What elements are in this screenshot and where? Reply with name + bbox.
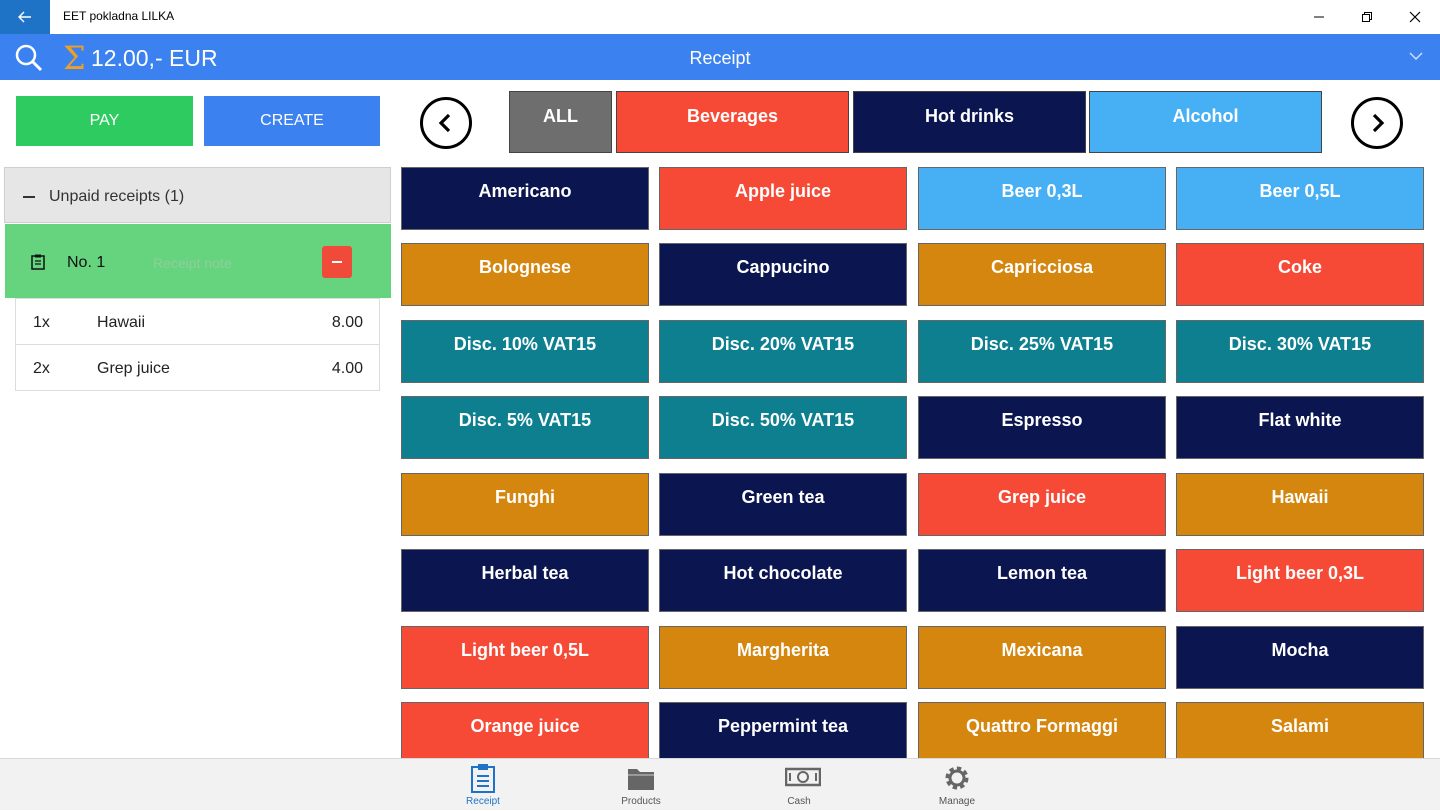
product-tile[interactable]: Disc. 20% VAT15 — [659, 320, 907, 383]
clipboard-icon — [471, 764, 495, 793]
receipt-note[interactable]: Receipt note — [153, 255, 232, 271]
chevron-down-icon — [1409, 52, 1423, 61]
product-tile[interactable]: Quattro Formaggi — [918, 702, 1166, 765]
tab-label: Cash — [787, 796, 811, 807]
receipt-number: No. 1 — [67, 254, 106, 271]
product-tile[interactable]: Light beer 0,3L — [1176, 549, 1424, 612]
product-tile[interactable]: Disc. 50% VAT15 — [659, 396, 907, 459]
title-bar: EET pokladna LILKA — [0, 0, 1440, 34]
previous-category-button[interactable] — [420, 97, 472, 149]
product-tile[interactable]: Apple juice — [659, 167, 907, 230]
category-hot-drinks[interactable]: Hot drinks — [853, 91, 1086, 153]
product-tile[interactable]: Coke — [1176, 243, 1424, 306]
restore-button[interactable] — [1344, 0, 1390, 34]
category-beverages[interactable]: Beverages — [616, 91, 849, 153]
item-quantity: 1x — [33, 314, 50, 331]
product-tile[interactable]: Mocha — [1176, 626, 1424, 689]
minimize-icon — [1314, 16, 1324, 18]
tab-products[interactable]: Products — [601, 759, 681, 811]
product-tile[interactable]: Bolognese — [401, 243, 649, 306]
product-tile[interactable]: Disc. 5% VAT15 — [401, 396, 649, 459]
product-tile[interactable]: Light beer 0,5L — [401, 626, 649, 689]
close-icon — [1409, 11, 1421, 23]
collapse-icon — [23, 196, 35, 198]
chevron-left-icon — [438, 113, 451, 133]
item-name: Grep juice — [97, 360, 170, 377]
product-tile[interactable]: Hawaii — [1176, 473, 1424, 536]
tab-label: Manage — [938, 796, 976, 807]
arrow-left-icon — [18, 11, 31, 23]
product-tile[interactable]: Salami — [1176, 702, 1424, 765]
pay-button[interactable]: PAY — [16, 96, 193, 146]
app-header: Σ 12.00,- EUR Receipt — [0, 34, 1440, 80]
close-button[interactable] — [1392, 0, 1438, 34]
product-tile[interactable]: Capricciosa — [918, 243, 1166, 306]
window-title: EET pokladna LILKA — [63, 9, 175, 23]
category-alcohol[interactable]: Alcohol — [1089, 91, 1322, 153]
minimize-button[interactable] — [1296, 0, 1342, 34]
item-quantity: 2x — [33, 360, 50, 377]
tab-cash[interactable]: Cash — [759, 759, 839, 811]
product-tile[interactable]: Espresso — [918, 396, 1166, 459]
product-tile[interactable]: Mexicana — [918, 626, 1166, 689]
unpaid-receipts-label: Unpaid receipts (1) — [49, 188, 185, 205]
product-tile[interactable]: Cappucino — [659, 243, 907, 306]
page-title: Receipt — [689, 48, 751, 68]
tab-label: Receipt — [466, 796, 500, 807]
chevron-right-icon — [1372, 113, 1385, 133]
product-tile[interactable]: Peppermint tea — [659, 702, 907, 765]
restore-icon — [1362, 12, 1372, 22]
product-tile[interactable]: Funghi — [401, 473, 649, 536]
header-expand-button[interactable] — [1408, 48, 1424, 64]
product-tile[interactable]: Margherita — [659, 626, 907, 689]
product-tile[interactable]: Lemon tea — [918, 549, 1166, 612]
list-item[interactable]: 1x Hawaii 8.00 — [16, 298, 379, 344]
back-button[interactable] — [0, 0, 50, 34]
product-tile[interactable]: Hot chocolate — [659, 549, 907, 612]
product-tile[interactable]: Americano — [401, 167, 649, 230]
cash-icon — [785, 767, 821, 787]
receipt-items-list: 1x Hawaii 8.00 2x Grep juice 4.00 — [15, 298, 380, 391]
product-tile[interactable]: Green tea — [659, 473, 907, 536]
tab-label: Products — [621, 796, 661, 807]
receipt-entry[interactable]: No. 1 Receipt note — [5, 224, 391, 298]
delete-receipt-button[interactable] — [322, 246, 352, 278]
category-all[interactable]: ALL — [509, 91, 612, 153]
minus-icon — [332, 261, 342, 263]
create-button[interactable]: CREATE — [204, 96, 380, 146]
product-tile[interactable]: Flat white — [1176, 396, 1424, 459]
item-name: Hawaii — [97, 314, 146, 331]
product-tile[interactable]: Orange juice — [401, 702, 649, 765]
product-tile[interactable]: Disc. 10% VAT15 — [401, 320, 649, 383]
list-item[interactable]: 2x Grep juice 4.00 — [16, 344, 379, 390]
folder-icon — [628, 769, 654, 790]
product-tile[interactable]: Beer 0,5L — [1176, 167, 1424, 230]
tab-receipt[interactable]: Receipt — [443, 759, 523, 811]
product-tile[interactable]: Disc. 25% VAT15 — [918, 320, 1166, 383]
unpaid-receipts-header[interactable]: Unpaid receipts (1) — [4, 167, 391, 223]
product-tile[interactable]: Beer 0,3L — [918, 167, 1166, 230]
product-tile[interactable]: Disc. 30% VAT15 — [1176, 320, 1424, 383]
item-price: 8.00 — [331, 314, 363, 331]
tab-manage[interactable]: Manage — [917, 759, 997, 811]
gear-icon — [945, 766, 969, 790]
clipboard-icon — [31, 254, 45, 270]
next-category-button[interactable] — [1351, 97, 1403, 149]
product-tile[interactable]: Herbal tea — [401, 549, 649, 612]
item-price: 4.00 — [331, 360, 363, 377]
bottom-navigation: Receipt Products Cash Manage — [0, 758, 1440, 810]
product-tile[interactable]: Grep juice — [918, 473, 1166, 536]
